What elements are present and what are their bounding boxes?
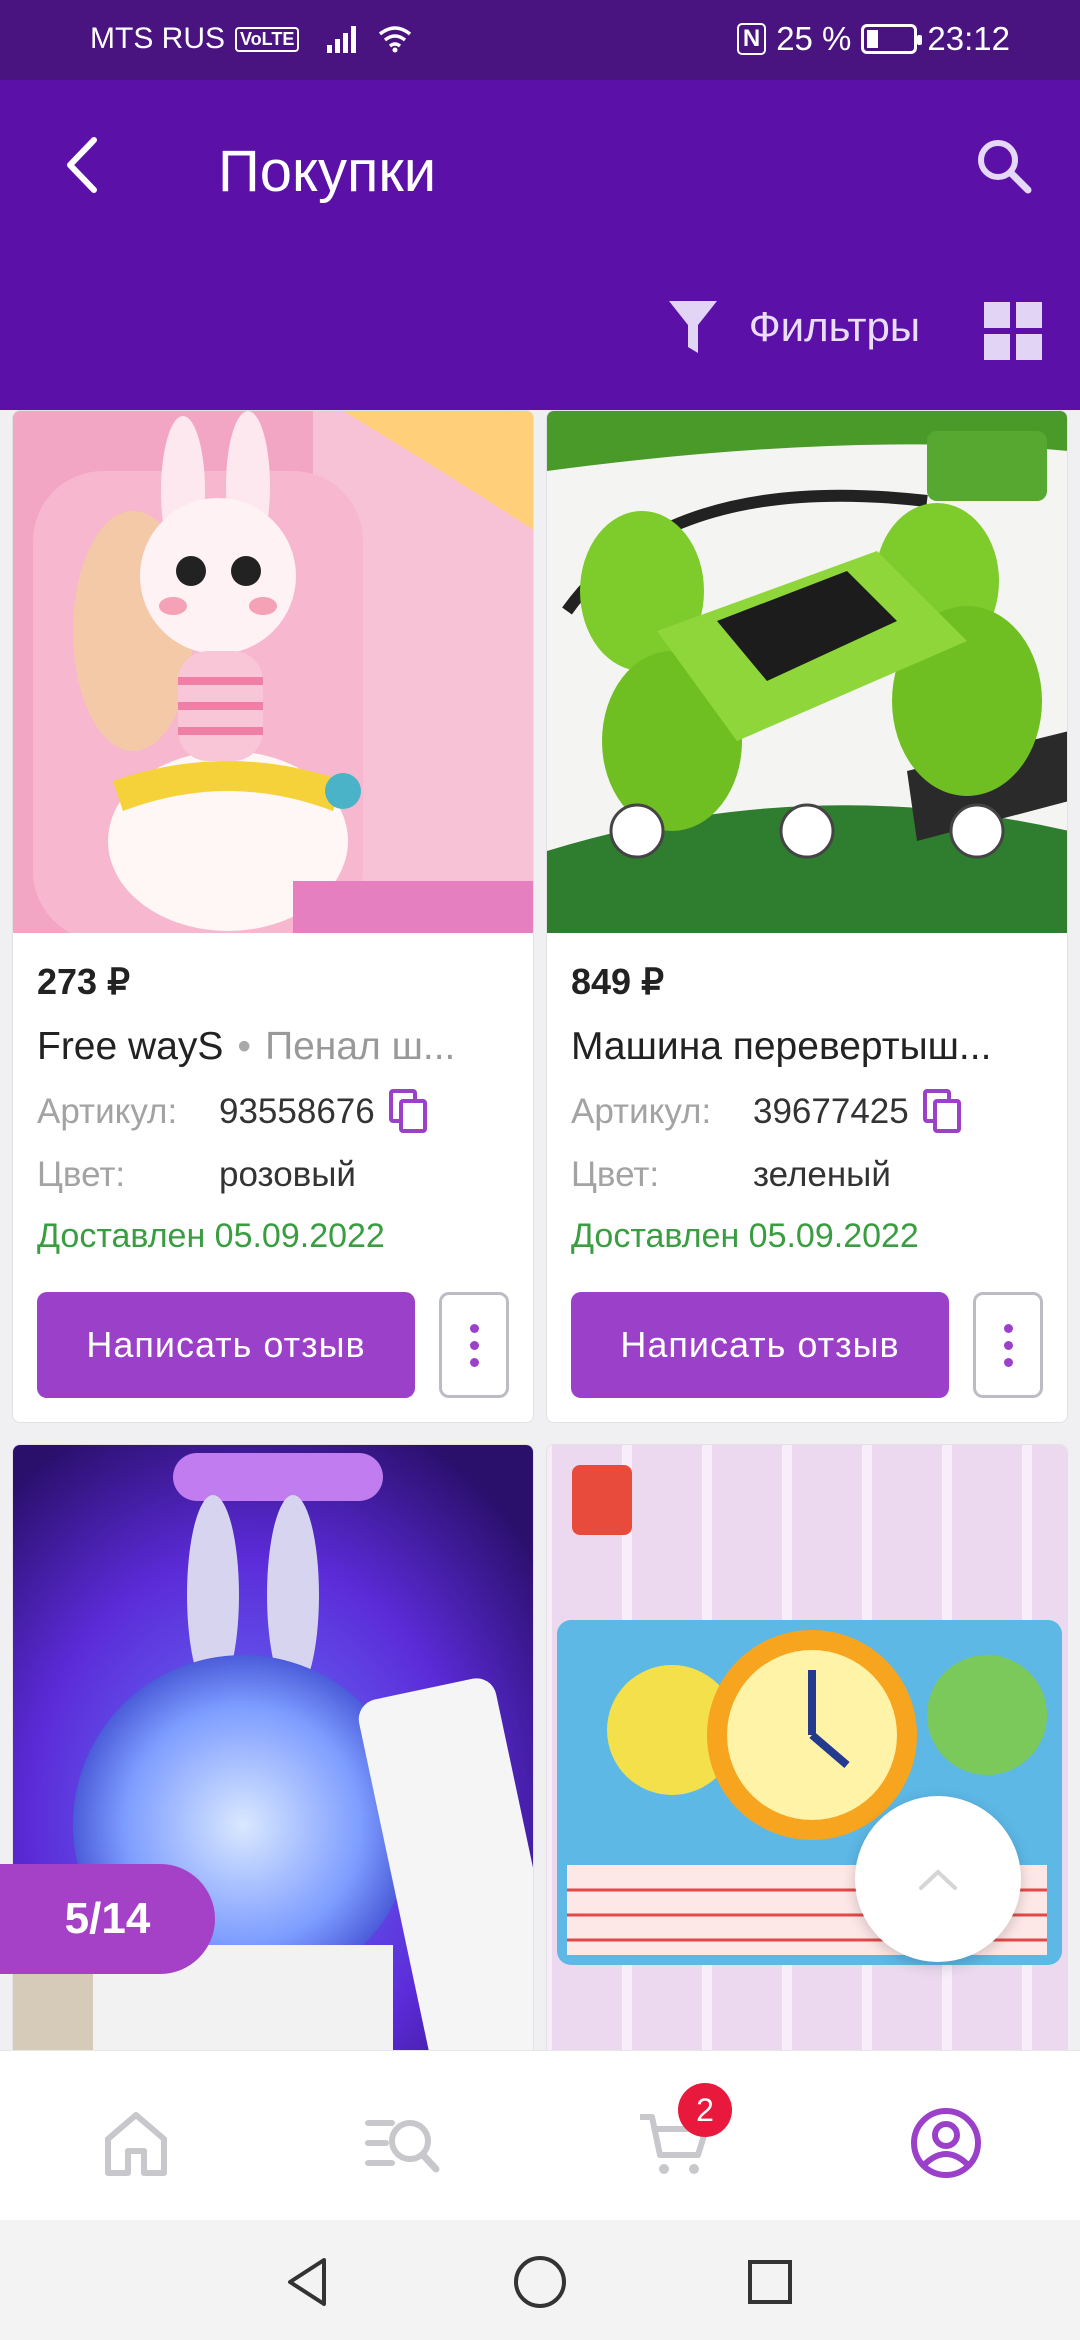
delivery-status: Доставлен 05.09.2022 [37, 1217, 385, 1255]
copy-icon[interactable] [388, 1089, 429, 1135]
nfc-icon: N [736, 23, 767, 55]
clock: 23:12 [927, 20, 1010, 57]
more-options-button[interactable] [439, 1292, 509, 1398]
battery-level [867, 30, 879, 48]
product-name: Пенал ш... [265, 1025, 456, 1068]
wifi-icon [379, 26, 412, 53]
separator-dot: • [237, 1025, 252, 1068]
back-arrow-icon[interactable] [50, 130, 120, 200]
product-image[interactable] [547, 1445, 1067, 2050]
volte-badge: VoLTE [235, 26, 300, 52]
write-review-button[interactable]: Написать отзыв [37, 1292, 415, 1398]
battery-percent: 25 % [776, 20, 852, 57]
profile-icon[interactable] [906, 2103, 986, 2183]
product-brand: Free wayS [37, 1025, 224, 1068]
battery-icon [861, 24, 923, 54]
signal-icon [327, 25, 357, 53]
status-left: MTS RUS VoLTE [90, 22, 412, 56]
color-label: Цвет: [571, 1155, 660, 1194]
product-card[interactable] [546, 1444, 1068, 2050]
home-circle-icon[interactable] [510, 2252, 570, 2312]
home-icon[interactable] [96, 2103, 176, 2183]
scroll-to-top-button[interactable] [855, 1796, 1021, 1962]
system-navigation [0, 2220, 1080, 2340]
delivery-status: Доставлен 05.09.2022 [571, 1217, 919, 1255]
more-vert-icon [469, 1323, 479, 1333]
filters-label: Фильтры [748, 303, 920, 350]
carrier-label: MTS RUS [90, 22, 225, 55]
status-right: N 25 % 23:12 [736, 20, 1010, 58]
back-triangle-icon[interactable] [278, 2252, 338, 2312]
more-vert-icon [1003, 1323, 1013, 1333]
app-header: Покупки Фильтры [0, 80, 1080, 410]
page-title: Покупки [218, 139, 437, 204]
color-row: Цвет: розовый [37, 1155, 509, 1195]
color-value: зеленый [753, 1155, 891, 1194]
cart-badge: 2 [678, 2083, 732, 2137]
catalog-search-icon[interactable] [362, 2103, 442, 2183]
article-value: 39677425 [753, 1092, 909, 1131]
color-value: розовый [219, 1155, 356, 1194]
status-bar: MTS RUS VoLTE N 25 % 23:12 [0, 0, 1080, 80]
write-review-button[interactable]: Написать отзыв [571, 1292, 949, 1398]
article-label: Артикул: [571, 1092, 712, 1131]
article-value: 93558676 [219, 1092, 375, 1131]
bottom-navigation: 2 [0, 2050, 1080, 2220]
article-row: Артикул: 93558676 [37, 1089, 509, 1135]
grid-view-icon[interactable] [984, 302, 1042, 360]
filter-icon [668, 301, 717, 353]
search-icon[interactable] [964, 126, 1044, 206]
product-info: 273 ₽ Free wayS • Пенал ш... Артикул: 9355… [13, 933, 533, 1422]
filters-button[interactable]: Фильтры [667, 292, 920, 362]
color-label: Цвет: [37, 1155, 126, 1194]
article-label: Артикул: [37, 1092, 178, 1131]
product-price: 849 ₽ [571, 961, 664, 1002]
product-info: 849 ₽ Машина перевертыш... Артикул: 3967… [547, 933, 1067, 1422]
color-row: Цвет: зеленый [571, 1155, 1043, 1195]
card-actions: Написать отзыв [571, 1292, 1043, 1422]
product-title[interactable]: Машина перевертыш... [571, 1025, 1043, 1069]
copy-icon[interactable] [922, 1089, 963, 1135]
recents-square-icon[interactable] [740, 2252, 800, 2312]
chevron-up-icon [919, 1869, 957, 1890]
product-card[interactable]: 849 ₽ Машина перевертыш... Артикул: 3967… [546, 410, 1068, 1423]
article-row: Артикул: 39677425 [571, 1089, 1043, 1135]
product-name: Машина перевертыш... [571, 1025, 992, 1068]
card-actions: Написать отзыв [37, 1292, 509, 1422]
page-counter: 5/14 [0, 1864, 215, 1974]
product-price: 273 ₽ [37, 961, 130, 1002]
more-options-button[interactable] [973, 1292, 1043, 1398]
product-image[interactable] [547, 411, 1067, 933]
product-card[interactable]: 273 ₽ Free wayS • Пенал ш... Артикул: 9355… [12, 410, 534, 1423]
product-title[interactable]: Free wayS • Пенал ш... [37, 1025, 509, 1069]
product-image[interactable] [13, 411, 533, 933]
